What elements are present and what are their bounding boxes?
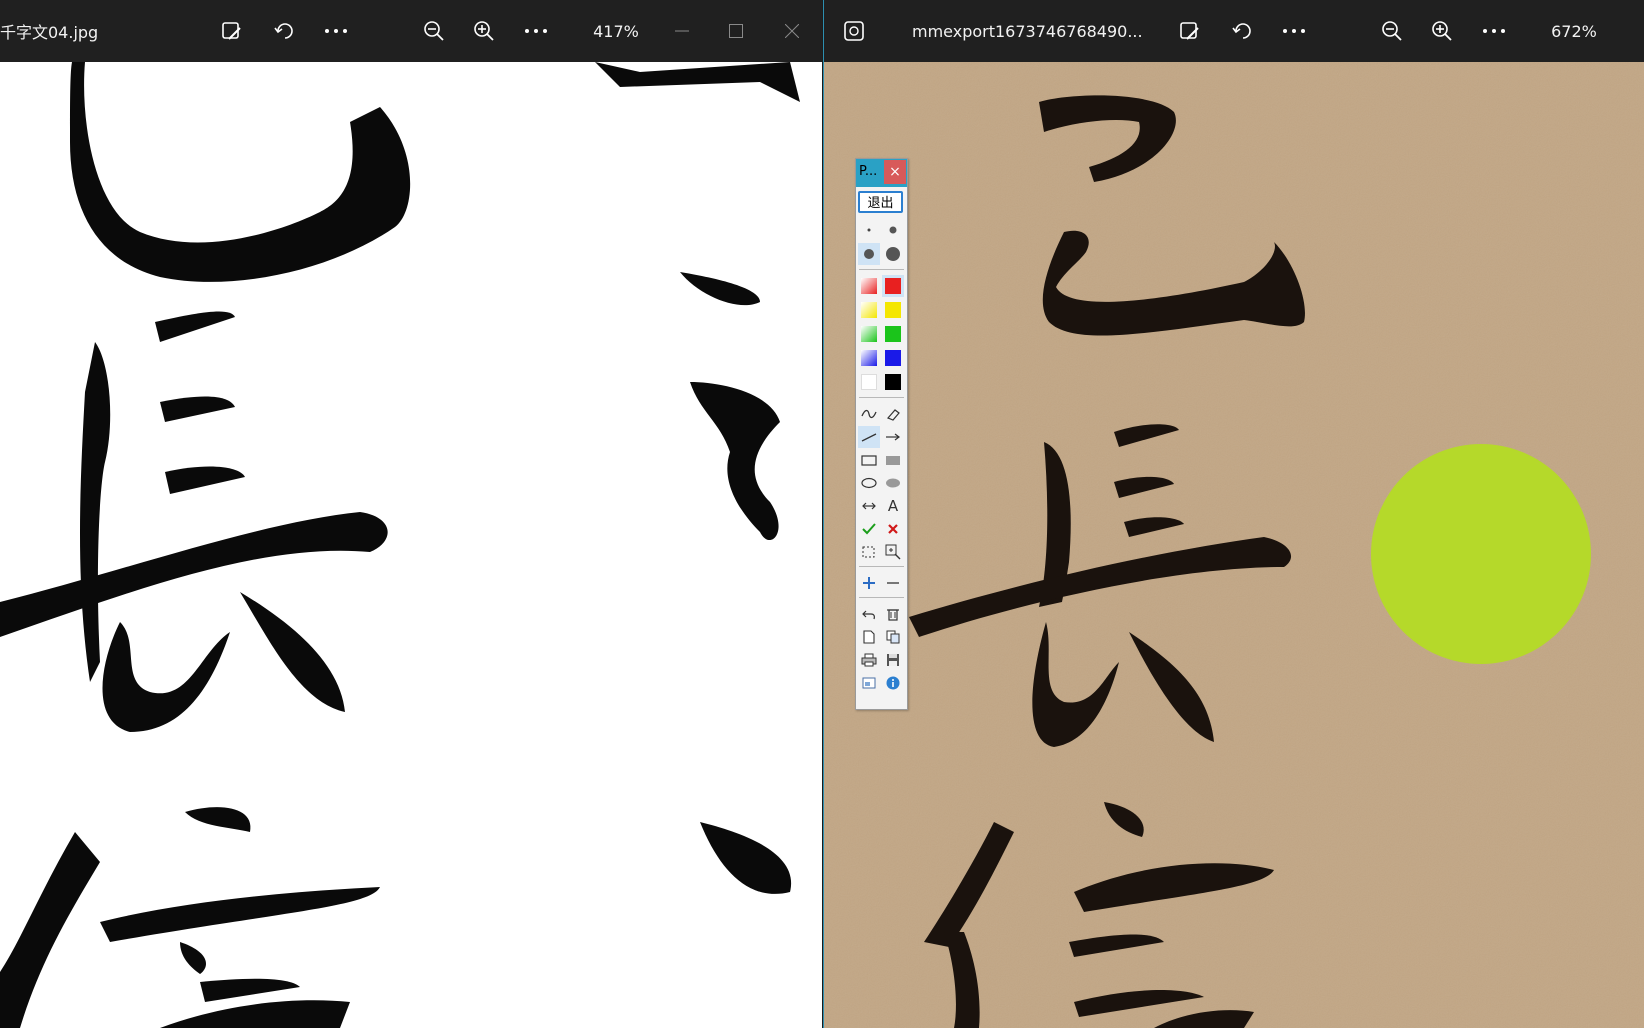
zoom-in-icon[interactable] [1422, 0, 1462, 62]
photos-app-icon [834, 0, 874, 62]
zoom-out-icon[interactable] [414, 0, 454, 62]
pen-size-medium[interactable] [858, 243, 880, 265]
left-photo-window[interactable]: 千字文04.jpg 417% [0, 0, 822, 1028]
pen-palette-titlebar[interactable]: P... × [856, 159, 907, 187]
rotate-icon[interactable] [264, 0, 304, 62]
more-options-icon[interactable] [316, 0, 356, 62]
more-options-icon[interactable] [1274, 0, 1314, 62]
color-yellow[interactable] [882, 299, 904, 321]
checkmark-stamp-icon[interactable] [858, 518, 880, 540]
zoom-in-icon[interactable] [464, 0, 504, 62]
freehand-pen-icon[interactable] [858, 403, 880, 425]
color-green[interactable] [882, 323, 904, 345]
right-photo-window[interactable]: mmexport1673746768490... 672% [823, 0, 1644, 1028]
highlighter-dot [1371, 444, 1591, 664]
color-black[interactable] [882, 371, 904, 393]
maximize-icon[interactable] [718, 0, 754, 62]
zoom-more-icon[interactable] [516, 0, 556, 62]
color-red-highlighter[interactable] [858, 275, 880, 297]
decrease-size-icon[interactable] [882, 572, 904, 594]
calligraphy-image-right [824, 62, 1644, 1028]
color-yellow-highlighter[interactable] [858, 299, 880, 321]
left-zoom-level[interactable]: 417% [588, 0, 644, 62]
line-tool-icon[interactable] [858, 426, 880, 448]
separator [859, 397, 904, 398]
rectangle-tool-icon[interactable] [858, 449, 880, 471]
minimize-icon[interactable] [664, 0, 700, 62]
pen-palette-title: P... [859, 164, 878, 179]
pen-size-tiny[interactable] [858, 219, 880, 241]
zoom-tool-icon[interactable] [882, 541, 904, 563]
info-icon[interactable] [882, 672, 904, 694]
separator [859, 597, 904, 598]
left-titlebar: 千字文04.jpg 417% [0, 0, 822, 62]
increase-size-icon[interactable] [858, 572, 880, 594]
eraser-icon[interactable] [882, 403, 904, 425]
filled-ellipse-tool-icon[interactable] [882, 472, 904, 494]
double-arrow-tool-icon[interactable] [858, 495, 880, 517]
right-zoom-level[interactable]: 672% [1546, 0, 1602, 62]
calligraphy-image-left [0, 62, 800, 1028]
text-tool-icon[interactable]: A [882, 495, 904, 517]
color-red[interactable] [882, 275, 904, 297]
left-filename: 千字文04.jpg [0, 23, 99, 42]
ellipse-tool-icon[interactable] [858, 472, 880, 494]
color-green-highlighter[interactable] [858, 323, 880, 345]
color-blue-highlighter[interactable] [858, 347, 880, 369]
save-icon[interactable] [882, 649, 904, 671]
new-page-icon[interactable] [858, 626, 880, 648]
selection-tool-icon[interactable] [858, 541, 880, 563]
undo-icon[interactable] [858, 603, 880, 625]
separator [859, 566, 904, 567]
left-image-canvas[interactable] [0, 62, 822, 1028]
close-icon[interactable] [774, 0, 810, 62]
zoom-more-icon[interactable] [1474, 0, 1514, 62]
right-titlebar: mmexport1673746768490... 672% [824, 0, 1644, 62]
pen-size-small[interactable] [882, 219, 904, 241]
zoom-out-icon[interactable] [1372, 0, 1412, 62]
exit-button[interactable]: 退出 [858, 191, 903, 213]
trash-icon[interactable] [882, 603, 904, 625]
color-blue[interactable] [882, 347, 904, 369]
separator [859, 269, 904, 270]
pen-palette-window[interactable]: P... × 退出 A [855, 158, 908, 710]
rotate-icon[interactable] [1222, 0, 1262, 62]
right-filename: mmexport1673746768490... [912, 21, 1143, 41]
print-icon[interactable] [858, 649, 880, 671]
color-white[interactable] [858, 371, 880, 393]
pen-size-large[interactable] [882, 243, 904, 265]
screenshot-icon[interactable] [858, 672, 880, 694]
edit-image-icon[interactable] [212, 0, 252, 62]
edit-image-icon[interactable] [1170, 0, 1210, 62]
arrow-tool-icon[interactable] [882, 426, 904, 448]
x-stamp-icon[interactable] [882, 518, 904, 540]
right-image-canvas[interactable] [824, 62, 1644, 1028]
pen-palette-close-button[interactable]: × [884, 160, 906, 184]
copy-icon[interactable] [882, 626, 904, 648]
filled-rectangle-tool-icon[interactable] [882, 449, 904, 471]
